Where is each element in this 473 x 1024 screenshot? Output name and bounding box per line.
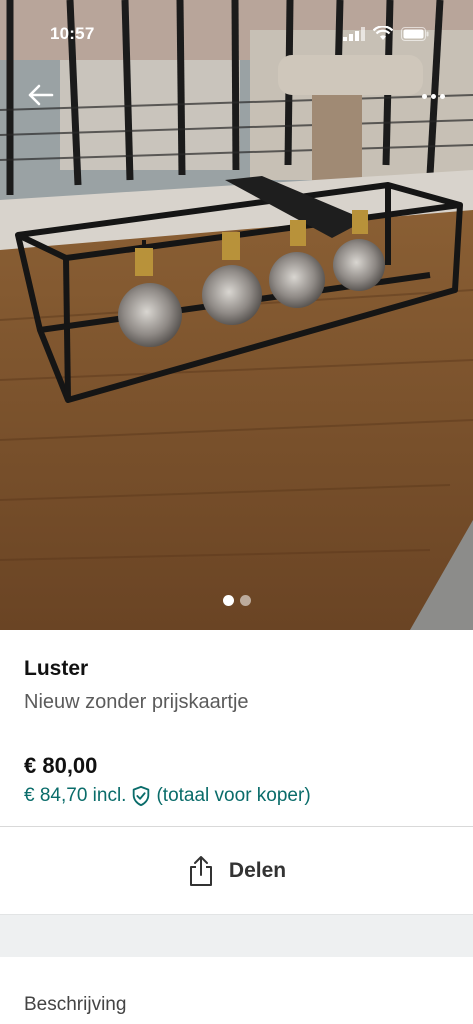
arrow-left-icon xyxy=(28,84,54,106)
listing-subtitle: Nieuw zonder prijskaartje xyxy=(24,691,249,713)
share-label: Delen xyxy=(228,859,287,882)
status-time: 10:57 xyxy=(50,24,95,43)
price-incl-text: € 84,70 incl. xyxy=(24,785,127,806)
listing-title: Luster xyxy=(24,657,89,680)
more-options-button[interactable] xyxy=(413,86,453,106)
share-icon xyxy=(189,856,212,886)
more-dot-icon xyxy=(439,93,445,99)
buyer-protection-price[interactable]: € 84,70 incl. (totaal voor koper) xyxy=(24,784,449,808)
battery-icon xyxy=(401,26,429,41)
more-dot-icon xyxy=(430,93,436,99)
carousel-dot-active[interactable] xyxy=(222,595,234,606)
listing-price: € 80,00 xyxy=(24,753,98,778)
buyer-total-note: (totaal voor koper) xyxy=(156,785,311,806)
section-separator xyxy=(0,914,473,957)
signal-icon xyxy=(343,26,365,41)
wifi-icon xyxy=(373,26,393,40)
product-image xyxy=(0,0,473,630)
carousel-dot[interactable] xyxy=(239,595,251,606)
description-heading: Beschrijving xyxy=(24,994,127,1015)
status-bar: 10:57 xyxy=(0,22,473,50)
product-photo[interactable]: 10:57 xyxy=(0,0,473,630)
back-button[interactable] xyxy=(24,78,58,112)
status-icons xyxy=(343,26,429,41)
listing-info: Luster Nieuw zonder prijskaartje € 80,00… xyxy=(24,655,449,808)
shield-check-icon xyxy=(133,785,150,807)
share-button[interactable]: Delen xyxy=(0,827,473,915)
more-dot-icon xyxy=(421,93,427,99)
carousel-indicator xyxy=(0,595,473,606)
